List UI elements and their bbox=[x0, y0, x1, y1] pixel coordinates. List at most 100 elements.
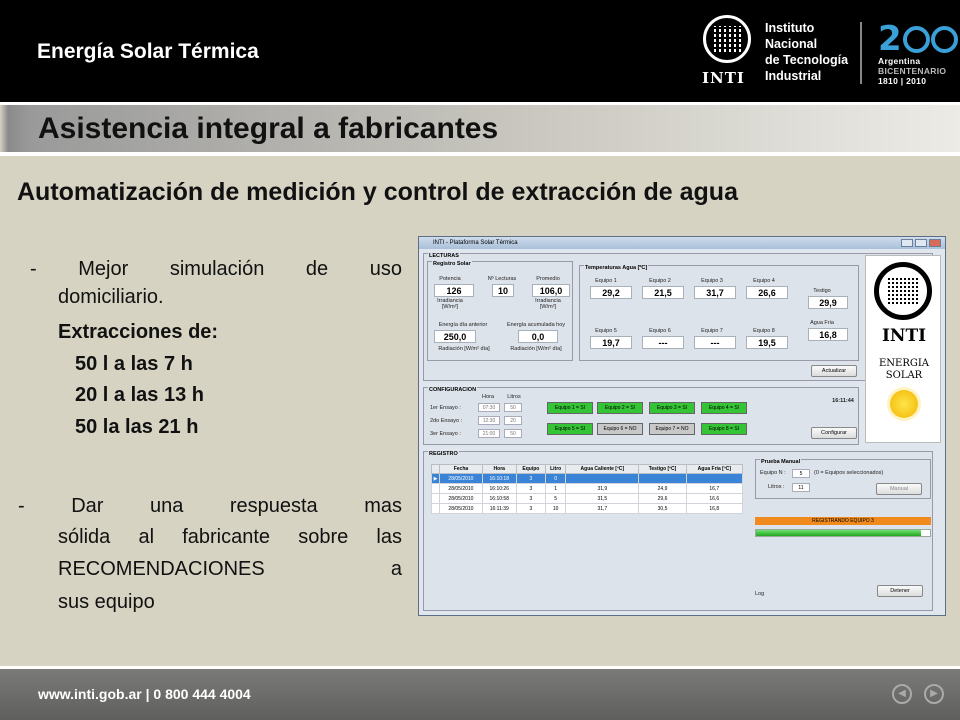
side-logo-inti: INTI bbox=[881, 326, 927, 346]
progress-bar bbox=[755, 529, 931, 537]
equipo-label: Equipo 4 bbox=[753, 278, 775, 284]
table-cell: 31,5 bbox=[565, 493, 640, 504]
slide-header-title: Energía Solar Térmica bbox=[37, 40, 259, 63]
table-row[interactable]: 28/05/2010 16:10:58 3 5 31,5 29,6 16,6 bbox=[431, 493, 744, 504]
table-row[interactable]: 28/05/2010 16:11:39 3 10 31,7 30,5 16,8 bbox=[431, 503, 744, 514]
equipo-toggle-button[interactable]: Equipo 6 = NO bbox=[597, 423, 643, 435]
institution-line: Nacional bbox=[765, 37, 818, 51]
table-cell: 16:11:39 bbox=[481, 503, 517, 514]
institution-line: de Tecnología bbox=[765, 53, 849, 67]
subtitle-bar: Asistencia integral a fabricantes bbox=[0, 105, 960, 152]
energia-anterior-label: Energía día anterior bbox=[438, 322, 488, 328]
ensayo-litros-input[interactable]: 20 bbox=[504, 416, 522, 425]
table-header-row: Fecha Hora Equipo Litro Agua Caliente [º… bbox=[431, 464, 744, 474]
irradiancia-label: Irradiancia [W/m²] bbox=[535, 298, 561, 310]
table-cell: ▶ bbox=[431, 473, 440, 484]
testigo-label: Testigo bbox=[813, 288, 831, 294]
promedio-value: 106,0 bbox=[532, 284, 570, 297]
extraccion-item: 50 la las 21 h bbox=[75, 416, 199, 438]
agua-fria-value: 16,8 bbox=[808, 328, 848, 341]
equipo-toggle-button[interactable]: Equipo 2 = SI bbox=[597, 402, 643, 414]
equipo-toggle-button[interactable]: Equipo 5 = SI bbox=[547, 423, 593, 435]
chevron-left-icon[interactable]: ◀ bbox=[892, 684, 912, 704]
minimize-icon[interactable] bbox=[901, 239, 913, 247]
equipo-temp: 21,5 bbox=[642, 286, 684, 299]
table-cell: 1 bbox=[545, 483, 567, 494]
table-cell: 3 bbox=[515, 493, 547, 504]
chevron-right-icon[interactable]: ▶ bbox=[924, 684, 944, 704]
status-bar: REGISTRANDO EQUIPO 3 bbox=[755, 517, 931, 525]
table-cell: 28/05/2010 bbox=[439, 483, 483, 494]
equipo-toggle-button[interactable]: Equipo 3 = SI bbox=[649, 402, 695, 414]
column-header: Hora bbox=[481, 464, 517, 474]
ensayo-litros-input[interactable]: 50 bbox=[504, 403, 522, 412]
configuracion-group: CONFIGURACION Hora Litros 1er Ensayo : 0… bbox=[423, 387, 859, 445]
bicentenario-200: 200 2 bbox=[878, 22, 958, 56]
equipo-toggle-button[interactable]: Equipo 7 = NO bbox=[649, 423, 695, 435]
detener-button[interactable]: Detener bbox=[877, 585, 923, 597]
litros-manual-input[interactable]: 11 bbox=[792, 483, 810, 492]
table-cell: 29,6 bbox=[638, 493, 687, 504]
temperaturas-group: Temperaturas Agua [ºC] Equipo 1 29,2 Equ… bbox=[579, 265, 859, 361]
extracciones-label: Extracciones de: bbox=[58, 321, 219, 343]
app-titlebar: INTI - Plataforma Solar Térmica bbox=[419, 237, 945, 249]
table-cell: 16,6 bbox=[685, 493, 744, 504]
registro-solar-label: Registro Solar bbox=[432, 261, 472, 267]
bullet-1-line-2: domiciliario. bbox=[58, 286, 164, 308]
ensayo-litros-input[interactable]: 50 bbox=[504, 429, 522, 438]
table-cell: 28/05/2010 bbox=[439, 473, 483, 484]
configuracion-label: CONFIGURACION bbox=[428, 387, 478, 393]
manual-button[interactable]: Manual bbox=[876, 483, 922, 495]
equipo-label: Equipo 2 bbox=[649, 278, 671, 284]
equipo-temp: 19,7 bbox=[590, 336, 632, 349]
bicentenario-line: BICENTENARIO bbox=[878, 66, 947, 76]
log-label: Log bbox=[755, 591, 765, 597]
equipo-temp: 31,7 bbox=[694, 286, 736, 299]
extraccion-item: 50 l a las 7 h bbox=[75, 353, 193, 375]
institution-line: Industrial bbox=[765, 69, 822, 83]
equipo-toggle-button[interactable]: Equipo 4 = SI bbox=[701, 402, 747, 414]
equipo-n-input[interactable]: 5 bbox=[792, 469, 810, 478]
configurar-button[interactable]: Configurar bbox=[811, 427, 857, 439]
ensayo-label: 2do Ensayo : bbox=[430, 418, 463, 424]
ensayo-hora-input[interactable]: 07:30 bbox=[478, 403, 500, 412]
table-cell: 28/05/2010 bbox=[439, 503, 483, 514]
litros-label: Litros bbox=[507, 394, 521, 400]
table-cell: 3 bbox=[515, 503, 547, 514]
table-cell: 16:10:26 bbox=[481, 483, 517, 494]
table-cell: 16,7 bbox=[685, 483, 744, 494]
ring-icon bbox=[902, 25, 930, 53]
column-header: Agua Fría [ºC] bbox=[685, 464, 744, 474]
table-row[interactable]: 28/05/2010 16:10:26 3 1 31,9 24,9 16,7 bbox=[431, 483, 744, 494]
ensayo-hora-input[interactable]: 12:30 bbox=[478, 416, 500, 425]
column-header: Agua Caliente [ºC] bbox=[565, 464, 640, 474]
equipo-toggle-button[interactable]: Equipo 8 = SI bbox=[701, 423, 747, 435]
radiacion-label: Radiación [W/m² día] bbox=[510, 346, 562, 352]
ensayo-hora-input[interactable]: 21:00 bbox=[478, 429, 500, 438]
table-cell: 31,7 bbox=[565, 503, 640, 514]
table-cell bbox=[431, 503, 440, 514]
actualizar-button[interactable]: Actualizar bbox=[811, 365, 857, 377]
digit-two: 2 bbox=[878, 19, 902, 59]
lecturas-label: LECTURAS bbox=[428, 253, 460, 259]
prueba-manual-label: Prueba Manual bbox=[760, 459, 802, 465]
bullet-2-line: - Dar una respuesta mas bbox=[18, 495, 402, 517]
table-cell: 3 bbox=[515, 483, 547, 494]
promedio-label: Promedio bbox=[536, 276, 560, 282]
slide-heading: Automatización de medición y control de … bbox=[17, 178, 738, 206]
institution-name: Instituto Nacional de Tecnología Industr… bbox=[765, 20, 848, 84]
equipo-label: Equipo 8 bbox=[753, 328, 775, 334]
close-icon[interactable] bbox=[929, 239, 941, 247]
app-window-title: INTI - Plataforma Solar Térmica bbox=[433, 240, 518, 246]
maximize-icon[interactable] bbox=[915, 239, 927, 247]
ensayo-label: 1er Ensayo : bbox=[430, 405, 461, 411]
bullet-2-line: sólida al fabricante sobre las bbox=[58, 526, 402, 548]
bicentenario-logo: 200 2 Argentina BICENTENARIO 1810 | 2010 bbox=[878, 22, 958, 86]
top-bar: Energía Solar Térmica INTI Instituto Nac… bbox=[0, 0, 960, 102]
table-cell: 16:10:58 bbox=[481, 493, 517, 504]
irradiancia-label: Irradiancia [W/m²] bbox=[437, 298, 463, 310]
ring-icon bbox=[930, 25, 958, 53]
table-row[interactable]: ▶ 28/05/2010 16:10:18 3 0 bbox=[431, 473, 744, 484]
radiacion-label: Radiación [W/m² día] bbox=[438, 346, 490, 352]
equipo-toggle-button[interactable]: Equipo 1 = SI bbox=[547, 402, 593, 414]
